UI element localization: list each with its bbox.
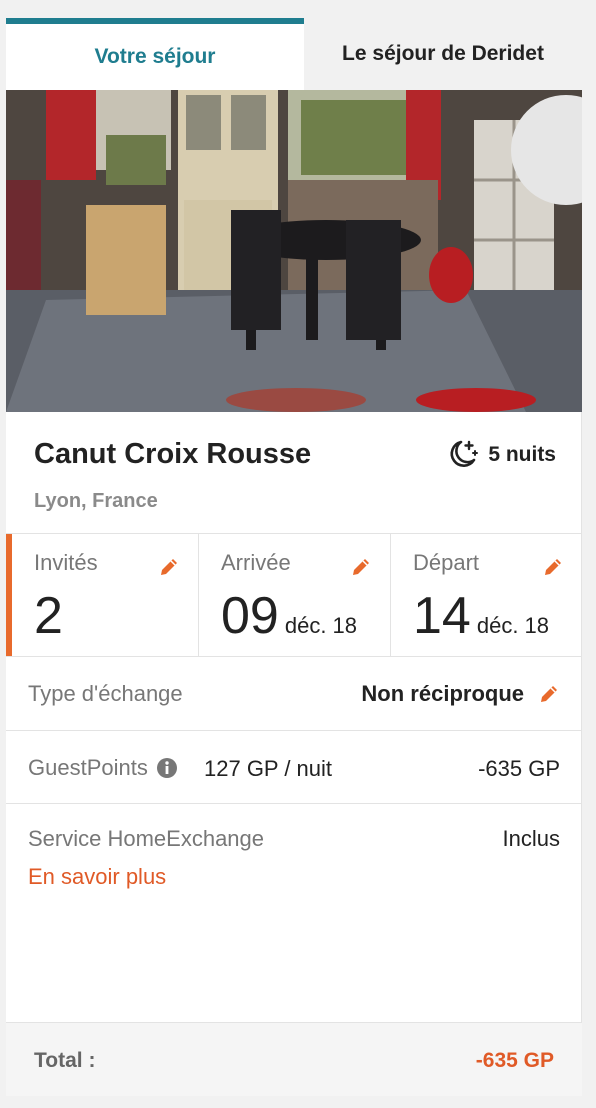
service-label: Service HomeExchange [28, 826, 265, 851]
arrival-day: 09 [221, 587, 279, 645]
moon-stars-icon [450, 440, 479, 467]
service-row: Service HomeExchange Inclus En savoir pl… [6, 804, 582, 1023]
listing-title[interactable]: Canut Croix Rousse [34, 438, 311, 471]
stay-summary-card: Votre séjour Le séjour de Deridet Canut … [6, 18, 582, 1096]
learn-more-link[interactable]: En savoir plus [28, 864, 166, 890]
total-value: -635 GP [475, 1049, 554, 1072]
departure-cell[interactable]: Départ 14 déc. 18 [391, 534, 582, 656]
tab-your-stay[interactable]: Votre séjour [6, 18, 304, 90]
stay-tabs: Votre séjour Le séjour de Deridet [6, 18, 582, 90]
total-row: Total : -635 GP [6, 1023, 582, 1096]
departure-month: déc. 18 [476, 613, 550, 638]
total-label: Total : [34, 1049, 96, 1072]
guests-cell[interactable]: Invités 2 [6, 534, 199, 656]
exchange-type-label: Type d'échange [28, 681, 183, 706]
guestpoints-label: GuestPoints [28, 755, 148, 780]
service-value: Inclus [502, 826, 560, 851]
guestpoints-rate: 127 GP / nuit [204, 756, 333, 781]
arrival-month: déc. 18 [284, 613, 358, 638]
info-icon[interactable] [156, 757, 178, 779]
stay-details: Invités 2 Arrivée 09 déc. 18 Départ 14 d… [6, 534, 582, 657]
guests-value: 2 [34, 590, 63, 642]
arrival-label: Arrivée [221, 550, 291, 575]
arrival-cell[interactable]: Arrivée 09 déc. 18 [199, 534, 391, 656]
arrival-value: 09 déc. 18 [221, 590, 357, 642]
exchange-type-value[interactable]: Non réciproque [361, 681, 560, 707]
guestpoints-amount: -635 GP [478, 756, 560, 781]
departure-value: 14 déc. 18 [413, 590, 549, 642]
departure-day: 14 [413, 587, 471, 645]
guestpoints-row: GuestPoints 127 GP / nuit -635 GP [6, 731, 582, 804]
exchange-type-row: Type d'échange Non réciproque [6, 657, 582, 731]
listing-header: Canut Croix Rousse Lyon, France 5 nuits [6, 412, 582, 534]
nights-label: 5 nuits [488, 443, 556, 466]
exchange-type-text: Non réciproque [361, 681, 524, 706]
guestpoints-label-group: GuestPoints [28, 755, 178, 781]
pencil-icon[interactable] [538, 683, 560, 705]
tab-deridet-stay[interactable]: Le séjour de Deridet [304, 18, 582, 90]
guests-label: Invités [34, 550, 98, 575]
guests-count: 2 [34, 587, 63, 645]
room-photo [6, 90, 582, 412]
departure-label: Départ [413, 550, 480, 575]
listing-location: Lyon, France [34, 490, 158, 512]
pencil-icon[interactable] [542, 556, 564, 578]
pencil-icon[interactable] [350, 556, 372, 578]
pencil-icon[interactable] [158, 556, 180, 578]
nights-count: 5 nuits [446, 438, 556, 472]
listing-photo [6, 90, 582, 412]
